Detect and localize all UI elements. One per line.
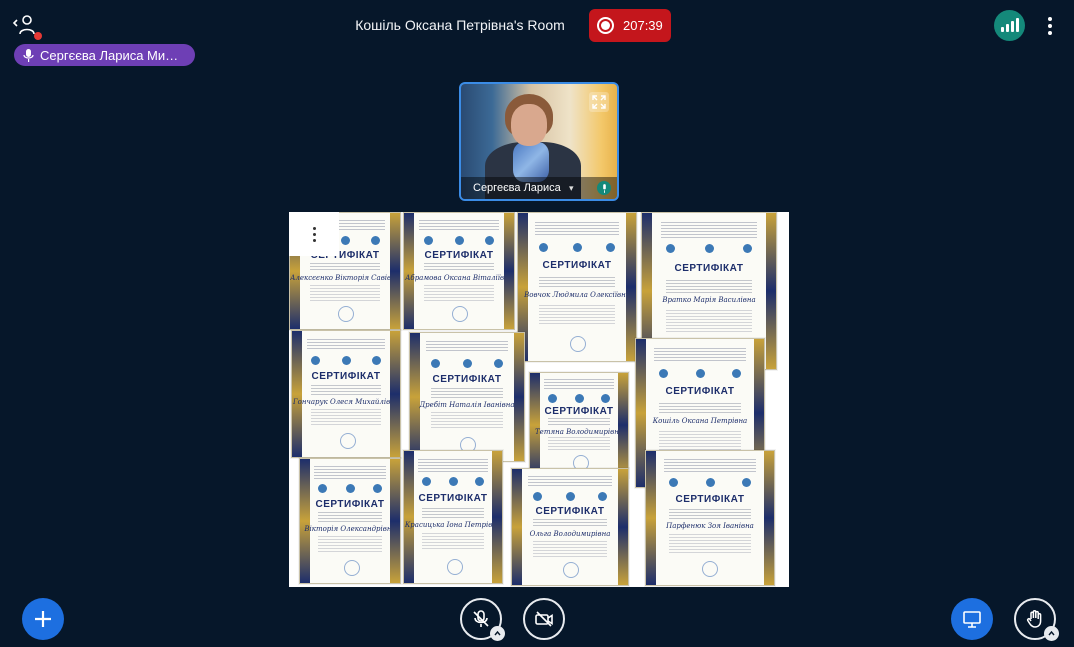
recording-button[interactable]: 207:39: [589, 9, 671, 42]
certificate: СЕРТИФІКАТ Ольга Володимирівна: [511, 468, 629, 586]
camera-off-icon: [535, 611, 553, 627]
webcam-tile[interactable]: Сергеєва Лариса ▾: [459, 82, 619, 201]
connection-status-button[interactable]: [994, 10, 1025, 41]
certificate: СЕРТИФІКАТ Вікторія Олександрівна: [299, 458, 401, 584]
certificate: СЕРТИФІКАТ Гончарук Олеся Михайлівна: [291, 330, 401, 458]
certificate: СЕРТИФІКАТ Дребіт Наталія Іванівна: [409, 332, 525, 462]
raise-hand-icon: [1026, 610, 1042, 628]
chevron-up-icon: [494, 630, 501, 636]
microphone-off-icon: [473, 610, 489, 627]
recording-timer: 207:39: [623, 18, 663, 33]
more-options-button[interactable]: [1043, 14, 1057, 38]
chevron-down-icon: ▾: [569, 182, 574, 193]
share-webcam-button[interactable]: [523, 598, 565, 640]
webcam-username-bar[interactable]: Сергеєва Лариса ▾: [461, 177, 617, 199]
fullscreen-icon: [592, 95, 606, 109]
presentation-icon: [963, 611, 981, 628]
room-title: Кошіль Оксана Петрівна's Room: [355, 17, 565, 33]
more-options-icon: [312, 226, 316, 242]
talking-indicator[interactable]: Сергєєва Лариса Ми…: [14, 44, 195, 66]
certificate: СЕРТИФІКАТ Тетяна Володимирівна: [529, 372, 629, 478]
unmute-button[interactable]: [460, 598, 505, 641]
reactions-toggle[interactable]: [1044, 626, 1059, 641]
raise-hand-button[interactable]: [1014, 598, 1059, 641]
fullscreen-button[interactable]: [589, 92, 609, 112]
certificate: СЕРТИФІКАТ Парфенюк Зоя Іванівна: [645, 450, 775, 586]
talker-name: Сергєєва Лариса Ми…: [40, 47, 179, 63]
plus-icon: [35, 611, 51, 627]
presentation-options-button[interactable]: [289, 212, 339, 256]
record-icon: [597, 17, 614, 34]
top-bar: Кошіль Оксана Петрівна's Room 207:39: [0, 0, 1074, 48]
chevron-up-icon: [1048, 630, 1055, 636]
notification-dot: [34, 32, 42, 40]
certificate: СЕРТИФІКАТ Вовчок Людмила Олексіївна: [517, 212, 637, 362]
webcam-username: Сергеєва Лариса: [473, 182, 561, 194]
more-options-icon: [1048, 17, 1052, 21]
audio-settings-toggle[interactable]: [490, 626, 505, 641]
microphone-icon: [597, 181, 611, 195]
connection-status-icon: [1000, 27, 1004, 32]
certificate: СЕРТИФІКАТ Абрамова Оксана Віталіївна: [403, 212, 515, 330]
presentation-slide: СЕРТИФІКАТ Алексєєнко Вікторія Савівна С…: [289, 212, 789, 587]
actions-button[interactable]: [22, 598, 64, 640]
microphone-icon: [23, 48, 34, 62]
certificate: СЕРТИФІКАТ Красицька Іона Петрівна: [403, 450, 503, 584]
presentation-button[interactable]: [951, 598, 993, 640]
